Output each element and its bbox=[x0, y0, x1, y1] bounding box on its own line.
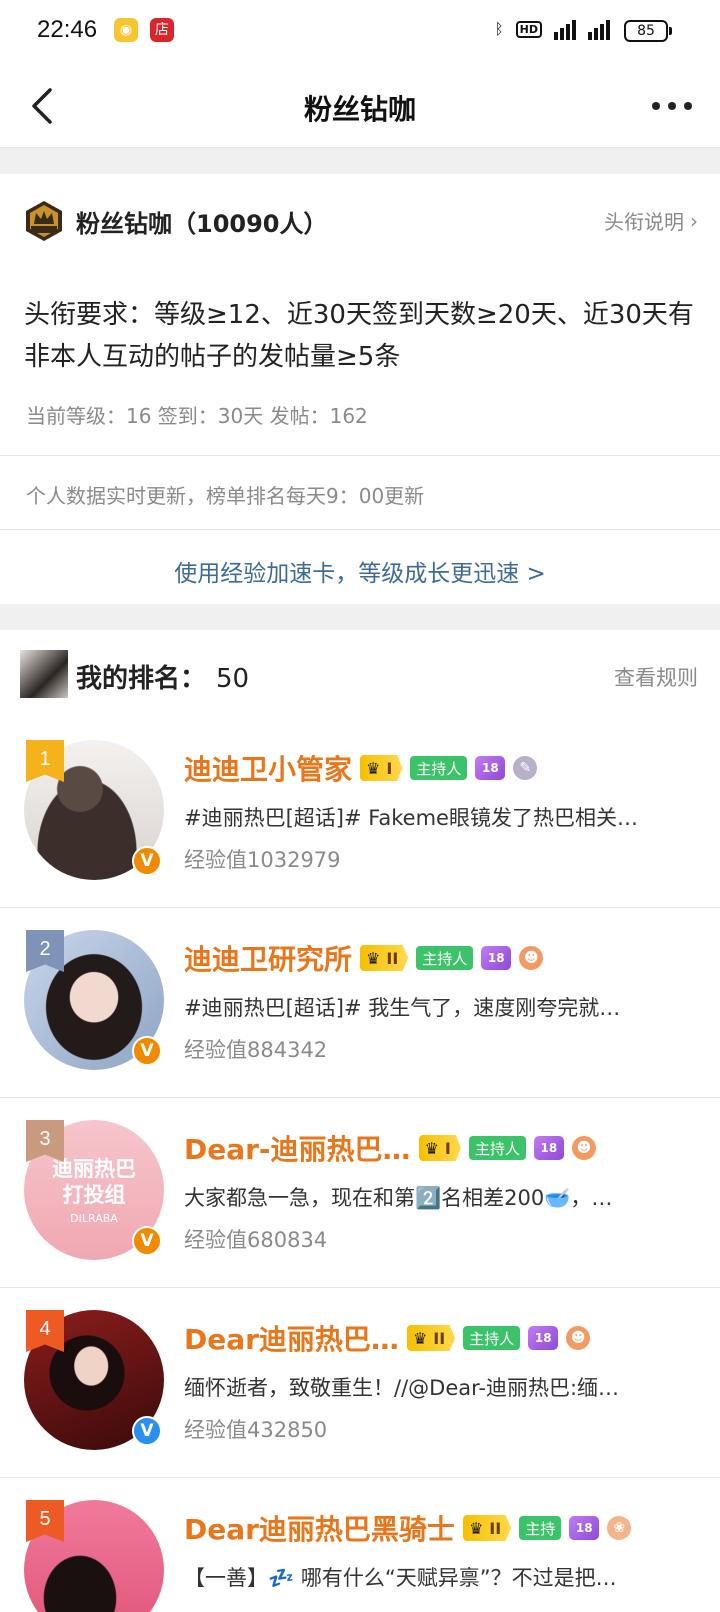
section-gap bbox=[0, 604, 720, 630]
title-requirement: 头衔要求：等级≥12、近30天签到天数≥20天、近30天有非本人互动的帖子的发帖… bbox=[24, 300, 694, 372]
verified-badge-icon: V bbox=[132, 1036, 162, 1066]
hd-icon: HD bbox=[515, 20, 542, 38]
gem-level-badge: 18 bbox=[569, 1516, 600, 1540]
username[interactable]: Dear迪丽热巴黑骑士 bbox=[184, 1508, 455, 1548]
host-badge: 主持人 bbox=[463, 1326, 521, 1350]
signal-4g-icon bbox=[554, 18, 576, 40]
crown-level: I bbox=[386, 758, 393, 778]
current-stats: 当前等级：16 签到：30天 发帖：162 bbox=[26, 404, 368, 428]
ranking-item[interactable]: 1 V 迪迪卫小管家 ♛ I 主持人 18 ✎ #迪丽热巴[超话]# Fakeme… bbox=[0, 718, 720, 908]
monkey-icon: ☻ bbox=[519, 946, 544, 970]
username[interactable]: 迪迪卫小管家 bbox=[184, 748, 352, 788]
weibo-icon: ◉ bbox=[114, 18, 138, 42]
name-row: 迪迪卫研究所 ♛ II 主持人 18 ☻ bbox=[184, 938, 544, 978]
rabbit-icon: ❀ bbox=[607, 1516, 632, 1540]
crown-icon: ♛ bbox=[468, 1518, 484, 1538]
network-indicators: ᛒ HD bbox=[495, 18, 610, 40]
crown-level-badge: ♛ II bbox=[462, 1515, 512, 1541]
page-title: 粉丝钻咖 bbox=[303, 93, 416, 126]
experience-value: 经验值680834 bbox=[184, 1228, 328, 1252]
divider bbox=[0, 455, 720, 456]
monkey-icon: ☻ bbox=[566, 1326, 591, 1350]
host-badge: 主持人 bbox=[468, 1136, 526, 1160]
ranking-item[interactable]: 4 V Dear迪丽热巴… ♛ II 主持人 18 ☻ 缅怀逝者，致敬重生！//@… bbox=[0, 1288, 720, 1478]
latest-post: #迪丽热巴[超话]# 我生气了，速度刚夸完就… bbox=[184, 996, 621, 1020]
ranking-item[interactable]: 3 迪丽热巴打投组 DILRABA V Dear-迪丽热巴… ♛ I 主持人 18… bbox=[0, 1098, 720, 1288]
signal-5g-icon bbox=[588, 18, 610, 40]
crown-level: II bbox=[489, 1518, 502, 1538]
store-icon: 店 bbox=[150, 18, 174, 42]
latest-post: 缅怀逝者，致敬重生！//@Dear-迪丽热巴:缅… bbox=[184, 1376, 620, 1400]
my-ranking: 我的排名： 50 查看规则 bbox=[0, 630, 720, 718]
update-note: 个人数据实时更新，榜单排名每天9：00更新 bbox=[26, 484, 425, 508]
bluetooth-icon: ᛒ bbox=[494, 20, 504, 38]
crown-level: II bbox=[386, 948, 399, 968]
username[interactable]: Dear-迪丽热巴… bbox=[184, 1128, 411, 1168]
boost-card-link[interactable]: 使用经验加速卡，等级成长更迅速 > bbox=[0, 554, 720, 588]
name-row: Dear-迪丽热巴… ♛ I 主持人 18 ☻ bbox=[184, 1128, 596, 1168]
gem-level-badge: 18 bbox=[481, 946, 512, 970]
latest-post: #迪丽热巴[超话]# Fakeme眼镜发了热巴相关… bbox=[184, 806, 638, 830]
crown-icon: ♛ bbox=[366, 948, 381, 968]
verified-badge-icon: V bbox=[132, 1226, 162, 1256]
host-badge: 主持人 bbox=[416, 946, 474, 970]
view-rules-link[interactable]: 查看规则 bbox=[614, 662, 698, 692]
crown-icon: ♛ bbox=[424, 1138, 439, 1158]
chevron-right-icon: › bbox=[690, 208, 698, 233]
experience-value: 经验值432850 bbox=[184, 1418, 328, 1442]
crown-icon: ♛ bbox=[412, 1328, 428, 1348]
gem-level-badge: 18 bbox=[528, 1326, 559, 1350]
my-ranking-value: 50 bbox=[216, 664, 250, 694]
name-row: Dear迪丽热巴… ♛ II 主持人 18 ☻ bbox=[184, 1318, 591, 1358]
gem-level-badge: 18 bbox=[475, 756, 506, 780]
crown-level-badge: ♛ I bbox=[360, 755, 403, 781]
latest-post: 大家都急一急，现在和第2️⃣名相差200🥣，… bbox=[184, 1186, 613, 1210]
latest-post: 【一善】💤 哪有什么“天赋异禀”？不过是把… bbox=[184, 1566, 617, 1590]
crown-level-badge: ♛ I bbox=[418, 1135, 461, 1161]
crown-icon: ♛ bbox=[366, 758, 381, 778]
title-explanation-label: 头衔说明 bbox=[604, 210, 684, 234]
my-ranking-label: 我的排名： 50 bbox=[76, 658, 249, 695]
verified-badge-icon: V bbox=[132, 1416, 162, 1446]
verified-badge-icon: V bbox=[132, 846, 162, 876]
super-crown-icon bbox=[24, 200, 64, 242]
nav-bar: 粉丝钻咖 bbox=[0, 66, 720, 148]
name-row: 迪迪卫小管家 ♛ I 主持人 18 ✎ bbox=[184, 748, 538, 788]
username[interactable]: 迪迪卫研究所 bbox=[184, 938, 352, 978]
status-bar: 22:46 ◉ 店 ᛒ HD 85 bbox=[0, 0, 720, 66]
avatar-text: 迪丽热巴打投组 bbox=[52, 1156, 136, 1207]
title-summary: 粉丝钻咖（10090人） 头衔说明 › 头衔要求：等级≥12、近30天签到天数≥… bbox=[0, 176, 720, 456]
avatar-subtext: DILRABA bbox=[70, 1211, 118, 1225]
my-ranking-text: 我的排名： bbox=[76, 664, 207, 694]
host-badge: 主持人 bbox=[410, 756, 468, 780]
experience-value: 经验值884342 bbox=[184, 1038, 328, 1062]
ranking-item[interactable]: 2 V 迪迪卫研究所 ♛ II 主持人 18 ☻ #迪丽热巴[超话]# 我生气了，… bbox=[0, 908, 720, 1098]
experience-value: 经验值1032979 bbox=[184, 848, 341, 872]
ranking-item[interactable]: 5 Dear迪丽热巴黑骑士 ♛ II 主持 18 ❀ 【一善】💤 哪有什么“天赋异… bbox=[0, 1478, 720, 1612]
crown-level-badge: ♛ II bbox=[406, 1325, 456, 1351]
section-gap bbox=[0, 148, 720, 174]
crown-level-badge: ♛ II bbox=[360, 945, 409, 971]
divider bbox=[0, 529, 720, 530]
summary-title: 粉丝钻咖（10090人） bbox=[76, 210, 328, 238]
crown-level: II bbox=[433, 1328, 446, 1348]
my-avatar[interactable] bbox=[20, 650, 68, 698]
ranking-list: 1 V 迪迪卫小管家 ♛ I 主持人 18 ✎ #迪丽热巴[超话]# Fakeme… bbox=[0, 718, 720, 1612]
crown-level: I bbox=[444, 1138, 451, 1158]
host-badge: 主持 bbox=[519, 1516, 562, 1540]
name-row: Dear迪丽热巴黑骑士 ♛ II 主持 18 ❀ bbox=[184, 1508, 632, 1548]
pin-icon: ✎ bbox=[513, 756, 538, 780]
username[interactable]: Dear迪丽热巴… bbox=[184, 1318, 399, 1358]
title-explanation-link[interactable]: 头衔说明 › bbox=[604, 206, 698, 235]
status-time: 22:46 bbox=[37, 16, 98, 43]
more-dots-icon[interactable] bbox=[652, 102, 692, 110]
gem-level-badge: 18 bbox=[533, 1136, 564, 1160]
battery-icon: 85 bbox=[624, 20, 672, 42]
monkey-icon: ☻ bbox=[571, 1136, 596, 1160]
